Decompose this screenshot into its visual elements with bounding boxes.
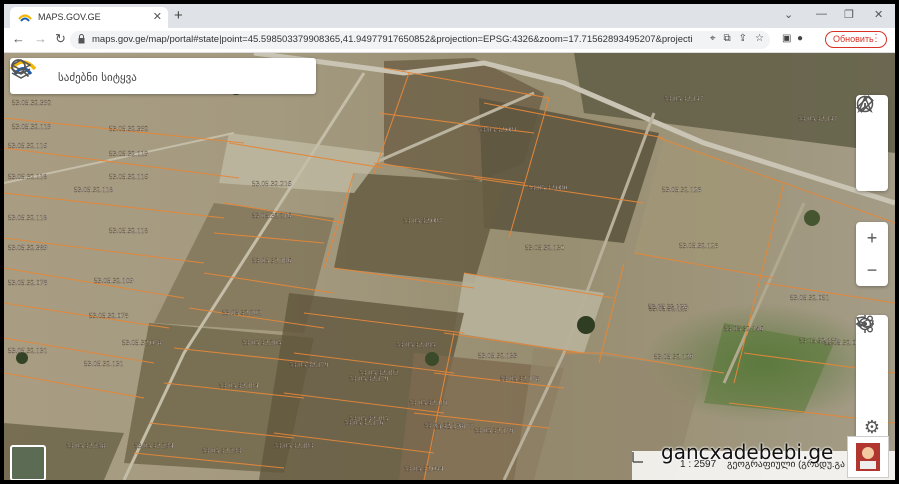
browser-tab[interactable]: MAPS.GOV.GE ✕ — [10, 7, 168, 28]
parcel-label: 53.05.32.129 — [654, 352, 694, 361]
parcel-label: 53.05.32.389 — [8, 243, 48, 252]
parcel-label: 53.05.32.130 — [525, 243, 565, 252]
layers-icon[interactable] — [10, 58, 32, 80]
parcel-label: 53.05.32.128 — [662, 185, 702, 194]
parcel-label: 53.05.32.078 — [8, 278, 48, 287]
parcel-label: 53.05.32.118 — [8, 213, 47, 222]
parcel-label: 53.05.32.128 — [679, 241, 719, 250]
parcel-label: 53.05.32.186 — [252, 256, 292, 265]
share-icon[interactable]: ⇪ — [739, 33, 747, 44]
watermark-text: gancxadebebi.ge — [661, 440, 834, 464]
parcel-label: 53.05.32.258 — [66, 441, 106, 450]
map-canvas[interactable]: 53.05.32.392 53.05.32.119 53.05.32.392 53.0… — [4, 53, 895, 480]
parcel-label: 53.05.32.179 — [474, 426, 514, 435]
url-text: maps.gov.ge/map/portal#state|point=45.59… — [92, 34, 692, 45]
close-window-button[interactable]: ✕ — [874, 8, 883, 21]
zoom-group: + − — [856, 222, 888, 286]
tab-title: MAPS.GOV.GE — [38, 12, 101, 22]
parcel-label: 53.05.32.178 — [500, 374, 540, 383]
parcel-label: 53.05.32.147 — [664, 94, 704, 103]
basemap-switcher[interactable] — [10, 445, 46, 480]
parcel-label: 53.05.32.147 — [798, 114, 838, 123]
update-label: Обновить — [833, 34, 874, 44]
parcel-label: 53.05.32.205 — [242, 338, 282, 347]
sidepanel-icon[interactable]: ▣ — [782, 33, 791, 44]
parcel-label: 53.05.32.131 — [84, 359, 124, 368]
parcel-label: 53.05.32.202 — [222, 308, 262, 317]
update-button[interactable]: Обновить ⋮ — [825, 31, 887, 48]
parcel-label: 53.05.32.078 — [89, 311, 129, 320]
watermark-logo — [847, 436, 889, 478]
profile-avatar-icon[interactable]: ● — [797, 33, 803, 44]
parcel-label: 53.05.32.184 — [219, 381, 259, 390]
translate-icon[interactable]: ⧉ — [724, 33, 731, 44]
georgia-map-icon[interactable] — [856, 316, 888, 379]
chevron-down-icon[interactable]: ⌄ — [784, 8, 793, 21]
forward-button[interactable]: → — [34, 31, 47, 46]
parcel-label: 53.05.32.216 — [252, 179, 292, 188]
parcel-label: 53.05.32.044 — [404, 464, 444, 473]
tab-strip: MAPS.GOV.GE ✕ + ⌄ — ❐ ✕ — [4, 4, 895, 28]
browser-toolbar: ← → ↻ maps.gov.ge/map/portal#state|point… — [4, 28, 895, 53]
parcel-label: 53.05.32.216 — [252, 211, 292, 220]
parcel-label: 53.05.32.233 — [202, 446, 242, 455]
address-bar[interactable]: maps.gov.ge/map/portal#state|point=45.59… — [70, 31, 770, 49]
search-input[interactable] — [56, 67, 250, 87]
parcel-label: 53.05.32.392 — [12, 98, 52, 107]
parcel-label: 53.05.32.119 — [12, 122, 51, 131]
parcel-label: 53.05.32.183 — [274, 441, 314, 450]
parcel-label: 53.05.32.118 — [8, 172, 47, 181]
parcel-layer: 53.05.32.392 53.05.32.119 53.05.32.392 53.0… — [4, 53, 895, 480]
search-panel — [10, 58, 316, 94]
reload-button[interactable]: ↻ — [55, 31, 66, 47]
parcel-label: 53.05.32.178 — [424, 421, 464, 430]
parcel-label: 53.05.32.087 — [403, 216, 443, 225]
parcel-label: 53.05.32.109 — [94, 276, 134, 285]
parcel-label: 53.05.32.051 — [790, 293, 830, 302]
tools-group — [856, 95, 888, 191]
parcel-label: 53.05.32.131 — [8, 346, 48, 355]
measure-ruler-icon[interactable] — [856, 95, 888, 191]
location-icon[interactable]: ⌖ — [710, 33, 716, 44]
parcel-label: 53.05.32.176 — [344, 418, 384, 427]
new-tab-button[interactable]: + — [174, 7, 183, 24]
parcel-label: 53.05.32.118 — [74, 185, 113, 194]
toolbar-icons: ▣ ● — [782, 33, 803, 44]
bookmark-star-icon[interactable]: ☆ — [755, 33, 764, 44]
parcel-label: 53.05.32.129 — [649, 304, 689, 313]
menu-dots-icon[interactable]: ⋮ — [871, 33, 881, 44]
parcel-label: 53.05.32.116 — [8, 141, 47, 150]
zoom-in-button[interactable]: + — [856, 222, 888, 254]
back-button[interactable]: ← — [12, 31, 25, 46]
omnibox-icons: ⌖ ⧉ ⇪ ☆ — [702, 33, 764, 44]
parcel-label: 53.05.32.182 — [359, 368, 399, 377]
location-group: ⚙ — [856, 315, 888, 443]
share-icon[interactable] — [856, 315, 888, 411]
parcel-label: 53.05.32.119 — [109, 149, 148, 158]
restore-button[interactable]: ❐ — [844, 8, 854, 21]
parcel-label: 53.05.32.146 — [724, 324, 764, 333]
parcel-label: 53.05.32.195 — [396, 340, 436, 349]
scale-ruler-icon — [632, 452, 643, 463]
parcel-label: 53.05.32.118 — [109, 226, 148, 235]
parcel-label: 53.05.32.078 — [122, 338, 162, 347]
browser-window: MAPS.GOV.GE ✕ + ⌄ — ❐ ✕ ← → ↻ maps.gov.g… — [4, 4, 895, 480]
lock-icon — [78, 34, 85, 44]
minimize-button[interactable]: — — [816, 8, 827, 20]
parcel-label: 53.05.32.081 — [478, 125, 518, 134]
parcel-label: 53.05.32.234 — [134, 441, 174, 450]
parcel-label: 53.05.32.151 — [799, 336, 839, 345]
compass-north-icon[interactable] — [856, 95, 888, 159]
parcel-label: 53.05.32.133 — [478, 351, 518, 360]
parcel-label: 53.05.32.392 — [109, 124, 149, 133]
parcel-label: 53.05.32.080 — [528, 183, 568, 192]
zoom-out-button[interactable]: − — [856, 254, 888, 286]
parcel-label: 53.05.32.179 — [289, 360, 329, 369]
site-logo-icon — [18, 14, 32, 22]
parcel-label: 53.05.32.116 — [109, 172, 148, 181]
close-tab-icon[interactable]: ✕ — [153, 10, 162, 23]
parcel-label: 53.05.32.181 — [409, 398, 449, 407]
